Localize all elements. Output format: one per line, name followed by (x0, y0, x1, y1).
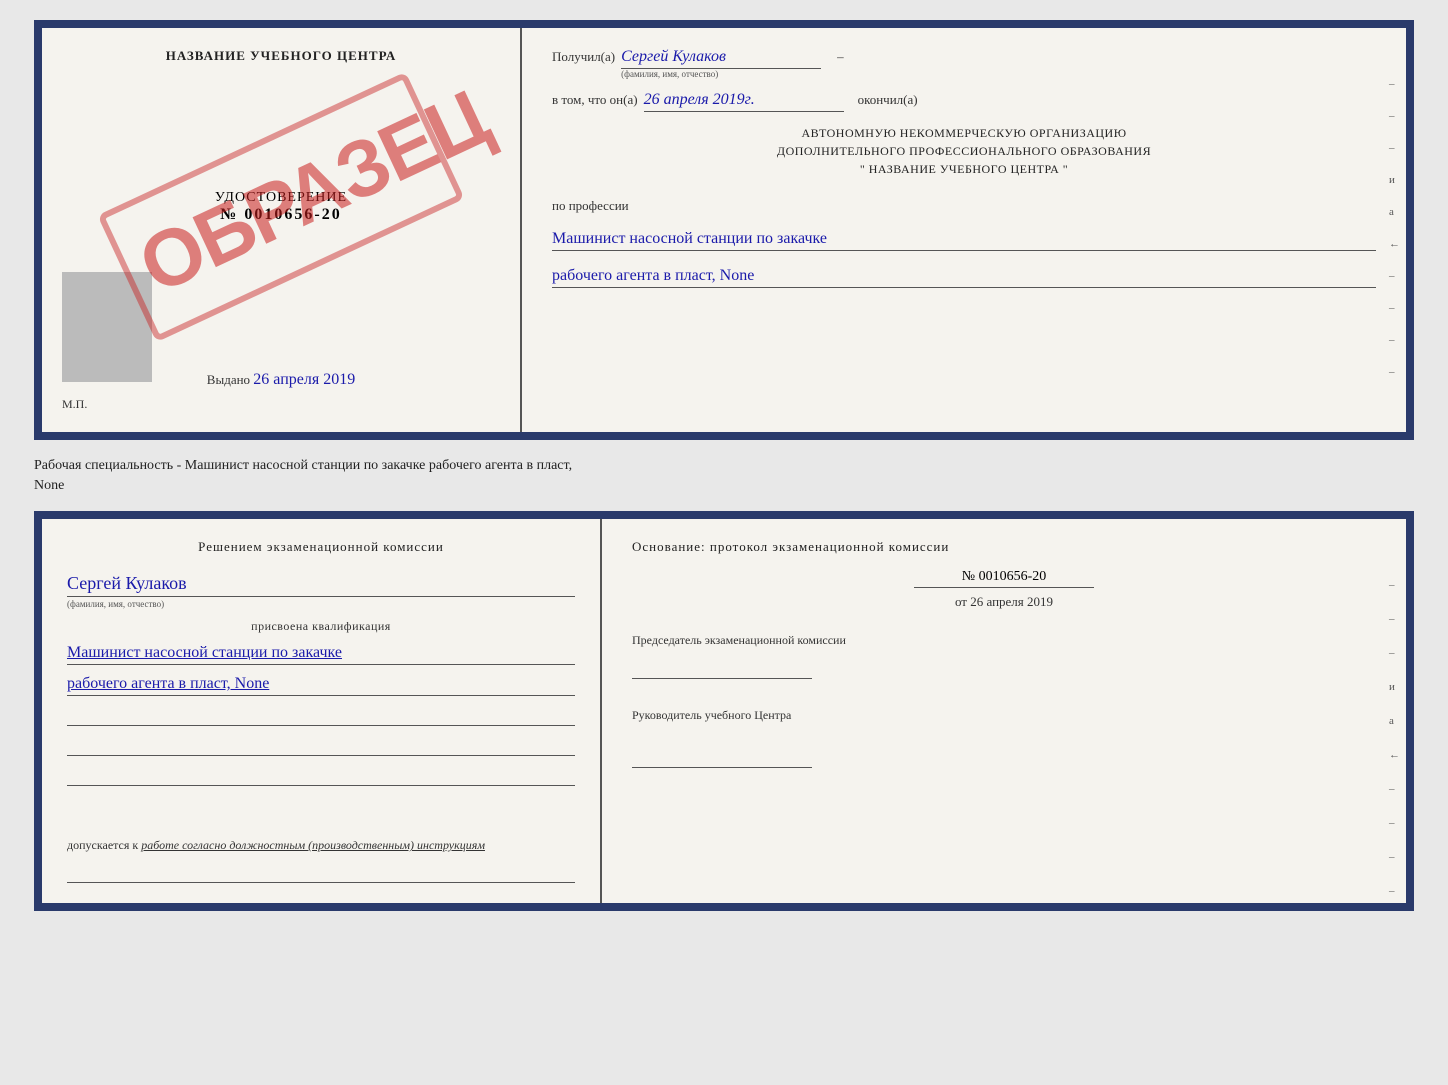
between-text: Рабочая специальность - Машинист насосно… (34, 456, 1414, 495)
blank-line-3 (67, 766, 575, 786)
finished-label: окончил(а) (858, 92, 918, 108)
org-line1: АВТОНОМНУЮ НЕКОММЕРЧЕСКУЮ ОРГАНИЗАЦИЮ (552, 124, 1376, 142)
bottom-side-marks: – – – и а ← – – – – (1389, 579, 1400, 897)
decision-title: Решением экзаменационной комиссии (67, 539, 575, 555)
director-label: Руководитель учебного Центра (632, 707, 1376, 724)
top-doc-left: НАЗВАНИЕ УЧЕБНОГО ЦЕНТРА УДОСТОВЕРЕНИЕ №… (42, 28, 522, 432)
bottom-certificate: Решением экзаменационной комиссии Сергей… (34, 511, 1414, 911)
basis-title: Основание: протокол экзаменационной коми… (632, 539, 1376, 555)
between-line1: Рабочая специальность - Машинист насосно… (34, 456, 1414, 476)
issued-line: Выдано 26 апреля 2019 (207, 341, 355, 389)
date-value: 26 апреля 2019г. (644, 91, 844, 112)
received-label: Получил(а) (552, 49, 615, 65)
admission-detail: работе согласно должностным (производств… (141, 838, 485, 852)
protocol-date: от 26 апреля 2019 (955, 594, 1053, 610)
side-marks: – – – и а ← – – – – (1389, 78, 1400, 378)
blank-line-2 (67, 736, 575, 756)
received-hint: (фамилия, имя, отчество) (621, 69, 718, 79)
person-name: Сергей Кулаков (67, 573, 575, 597)
received-name: Сергей Кулаков (621, 48, 821, 69)
profession-label: по профессии (552, 198, 1376, 214)
date-label: в том, что он(а) (552, 92, 638, 108)
protocol-date-prefix: от (955, 594, 967, 609)
bottom-doc-right: Основание: протокол экзаменационной коми… (602, 519, 1406, 903)
chairman-sign-line (632, 655, 812, 679)
admission-label: допускается к (67, 838, 138, 852)
cert-number: № 0010656-20 (215, 206, 347, 224)
org-block: АВТОНОМНУЮ НЕКОММЕРЧЕСКУЮ ОРГАНИЗАЦИЮ ДО… (552, 124, 1376, 178)
org-line2: ДОПОЛНИТЕЛЬНОГО ПРОФЕССИОНАЛЬНОГО ОБРАЗО… (552, 142, 1376, 160)
date-line: в том, что он(а) 26 апреля 2019г. окончи… (552, 91, 1376, 112)
protocol-number: № 0010656-20 (914, 569, 1094, 588)
blank-line-1 (67, 706, 575, 726)
top-left-title: НАЗВАНИЕ УЧЕБНОГО ЦЕНТРА (166, 48, 397, 64)
between-line2: None (34, 476, 1414, 496)
protocol-date-value: 26 апреля 2019 (970, 594, 1053, 609)
mp-line: М.П. (62, 397, 87, 412)
director-sign-line (632, 744, 812, 768)
admission-text: допускается к работе согласно должностны… (67, 838, 575, 853)
cert-label: УДОСТОВЕРЕНИЕ (215, 190, 347, 206)
qualification-line2: рабочего агента в пласт, None (67, 675, 575, 696)
top-certificate: НАЗВАНИЕ УЧЕБНОГО ЦЕНТРА УДОСТОВЕРЕНИЕ №… (34, 20, 1414, 440)
blank-line-4 (67, 863, 575, 883)
org-line3: " НАЗВАНИЕ УЧЕБНОГО ЦЕНТРА " (552, 160, 1376, 178)
issued-label: Выдано (207, 372, 250, 387)
chairman-label: Председатель экзаменационной комиссии (632, 632, 1376, 649)
issued-date: 26 апреля 2019 (253, 371, 355, 388)
profession-line1: Машинист насосной станции по закачке (552, 230, 1376, 251)
chairman-block: Председатель экзаменационной комиссии (632, 632, 1376, 679)
qualification-label: присвоена квалификация (67, 619, 575, 634)
name-hint-bottom: (фамилия, имя, отчество) (67, 599, 575, 609)
top-doc-right: Получил(а) Сергей Кулаков (фамилия, имя,… (522, 28, 1406, 432)
qualification-line1: Машинист насосной станции по закачке (67, 644, 575, 665)
received-line: Получил(а) Сергей Кулаков (фамилия, имя,… (552, 48, 1376, 79)
profession-line2: рабочего агента в пласт, None (552, 267, 1376, 288)
bottom-doc-left: Решением экзаменационной комиссии Сергей… (42, 519, 602, 903)
